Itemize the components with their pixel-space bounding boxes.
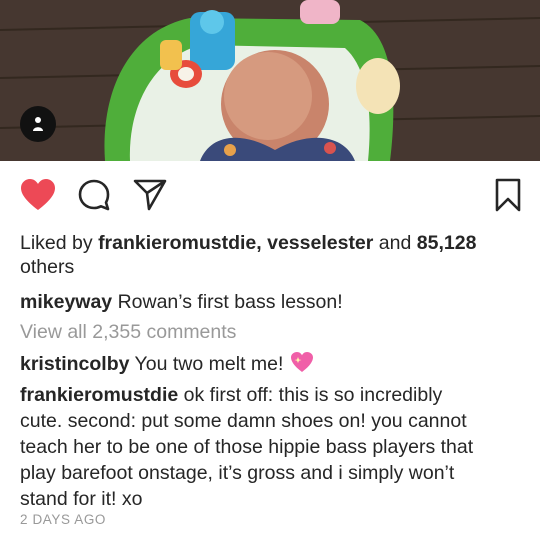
likes-users[interactable]: frankieromustdie, vesselester [98, 232, 373, 254]
comment-text-line: teach her to be one of those hippie bass… [20, 436, 474, 458]
comment-text-line: stand for it! xo [20, 488, 143, 510]
caption-text: Rowan’s first bass lesson! [117, 291, 343, 313]
likes-suffix[interactable]: others [20, 254, 74, 280]
comment-username[interactable]: kristincolby [20, 353, 129, 375]
paper-plane-icon[interactable] [132, 178, 168, 212]
sparkling-heart-emoji [290, 352, 313, 372]
post-photo[interactable] [0, 0, 540, 161]
post-photo-illustration [0, 0, 540, 161]
comment-row: frankieromustdie ok first off: this is s… [20, 382, 442, 408]
heart-filled-icon[interactable] [20, 178, 56, 212]
likes-prefix: Liked by [20, 232, 93, 254]
comment-bubble-icon[interactable] [77, 178, 111, 212]
likes-summary: Liked by frankieromustdie, vesselester a… [20, 230, 476, 256]
view-all-comments-link[interactable]: View all 2,355 comments [20, 319, 236, 345]
bookmark-icon[interactable] [494, 178, 522, 212]
likes-count[interactable]: 85,128 [417, 232, 477, 254]
comment-text-line: ok first off: this is so incredibly [183, 384, 443, 406]
comment-username[interactable]: frankieromustdie [20, 384, 178, 406]
post-timestamp: 2 DAYS AGO [20, 512, 107, 527]
comment-row: kristincolby You two melt me! [20, 350, 315, 377]
caption-username[interactable]: mikeyway [20, 291, 112, 313]
user-tag-icon[interactable] [20, 106, 56, 142]
comment-text-line: play barefoot onstage, it’s gross and i … [20, 462, 455, 484]
comment-text: You two melt me! [134, 353, 284, 375]
likes-and: and [378, 232, 412, 254]
comment-text-line: cute. second: put some damn shoes on! yo… [20, 410, 467, 432]
caption: mikeyway Rowan’s first bass lesson! [20, 289, 343, 315]
